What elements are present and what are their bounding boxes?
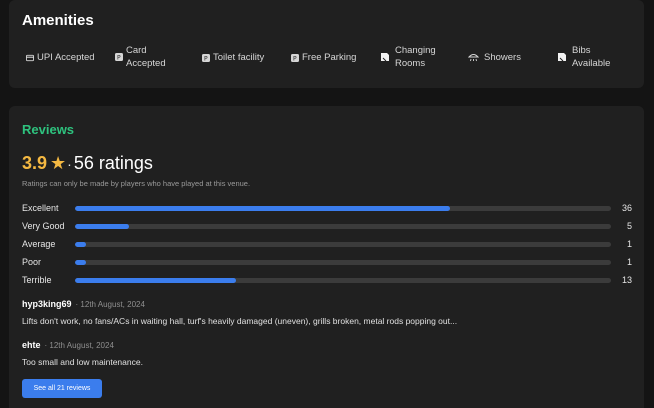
- rating-bar-fill: [75, 224, 129, 229]
- rating-bar-track: [75, 260, 611, 265]
- rating-bar-terrible: Terrible 13: [22, 274, 632, 286]
- amenity-label: Changing Rooms: [395, 45, 436, 69]
- star-icon: ★: [50, 153, 67, 173]
- see-all-reviews-button[interactable]: See all 21 reviews: [22, 379, 102, 398]
- rating-bar-count: 1: [626, 239, 632, 249]
- rating-bar-count: 13: [621, 275, 632, 285]
- rating-note: Ratings can only be made by players who …: [22, 179, 251, 188]
- rating-bar-label: Poor: [22, 257, 42, 267]
- toilet-icon: P: [202, 53, 210, 62]
- rating-bar-fill: [75, 260, 86, 265]
- amenities-title: Amenities: [22, 12, 94, 29]
- reviews-title: Reviews: [22, 122, 75, 137]
- rating-separator: ·: [67, 156, 72, 172]
- rating-bar-count: 1: [626, 257, 632, 267]
- review-item: ehte · 12th August, 2024 Too small and l…: [22, 340, 622, 367]
- rating-bar-track: [75, 224, 611, 229]
- parking-icon: P: [291, 53, 299, 62]
- svg-text:P: P: [204, 55, 208, 62]
- rating-bar-very-good: Very Good 5: [22, 220, 632, 232]
- bibs-icon: [556, 53, 567, 62]
- upi-icon: [26, 54, 34, 62]
- amenity-label: Toilet facility: [213, 52, 265, 63]
- amenity-card: P Card Accepted: [115, 44, 166, 70]
- shower-icon: [468, 53, 479, 62]
- rating-bar-track: [75, 278, 611, 283]
- rating-bar-label: Excellent: [22, 203, 59, 213]
- rating-bar-excellent: Excellent 36: [22, 202, 632, 214]
- review-text: Lifts don't work, no fans/ACs in waiting…: [22, 316, 458, 326]
- review-username: hyp3king69: [22, 299, 72, 309]
- rating-bar-count: 36: [621, 203, 632, 213]
- rating-bar-track: [75, 206, 611, 211]
- rating-bar-fill: [75, 206, 451, 211]
- rating-count: 56 ratings: [73, 153, 153, 173]
- amenity-label: Bibs Available: [572, 45, 611, 69]
- reviews-card: Reviews 3.9 ★ · 56 ratings Ratings can o…: [9, 106, 644, 408]
- rating-bar-count: 5: [626, 221, 632, 231]
- card-icon: P: [115, 53, 123, 61]
- amenity-toilet: P Toilet facility: [202, 51, 264, 64]
- rating-bar-fill: [75, 242, 86, 247]
- rating-score: 3.9: [22, 153, 48, 173]
- review-header: ehte · 12th August, 2024: [22, 340, 622, 350]
- review-date: · 12th August, 2024: [75, 300, 145, 309]
- review-date: · 12th August, 2024: [44, 341, 114, 350]
- rating-bar-label: Very Good: [22, 221, 65, 231]
- amenity-showers: Showers: [468, 51, 521, 64]
- review-header: hyp3king69 · 12th August, 2024: [22, 299, 622, 309]
- rating-bar-fill: [75, 278, 236, 283]
- amenity-label: Free Parking: [302, 52, 357, 63]
- svg-text:P: P: [293, 55, 297, 62]
- amenity-upi: UPI Accepted: [26, 51, 95, 64]
- amenity-changing-rooms: Changing Rooms: [379, 44, 436, 70]
- changing-room-icon: [379, 53, 390, 62]
- amenity-bibs: Bibs Available: [556, 44, 610, 70]
- venue-details: Amenities UPI Accepted P Card Accepted P…: [0, 0, 654, 408]
- rating-bar-label: Average: [22, 239, 56, 249]
- rating-bar-label: Terrible: [22, 275, 52, 285]
- review-item: hyp3king69 · 12th August, 2024 Lifts don…: [22, 299, 622, 326]
- amenities-card: Amenities UPI Accepted P Card Accepted P…: [9, 0, 644, 88]
- amenity-parking: P Free Parking: [291, 51, 356, 64]
- amenity-label: Card Accepted: [126, 45, 166, 69]
- amenity-label: UPI Accepted: [37, 52, 95, 63]
- review-username: ehte: [22, 340, 41, 350]
- amenity-label: Showers: [484, 52, 521, 63]
- rating-summary: 3.9 ★ · 56 ratings: [22, 153, 153, 174]
- rating-bar-average: Average 1: [22, 238, 632, 250]
- rating-bar-track: [75, 242, 611, 247]
- rating-bar-poor: Poor 1: [22, 256, 632, 268]
- review-text: Too small and low maintenance.: [22, 357, 143, 367]
- svg-text:P: P: [117, 55, 121, 62]
